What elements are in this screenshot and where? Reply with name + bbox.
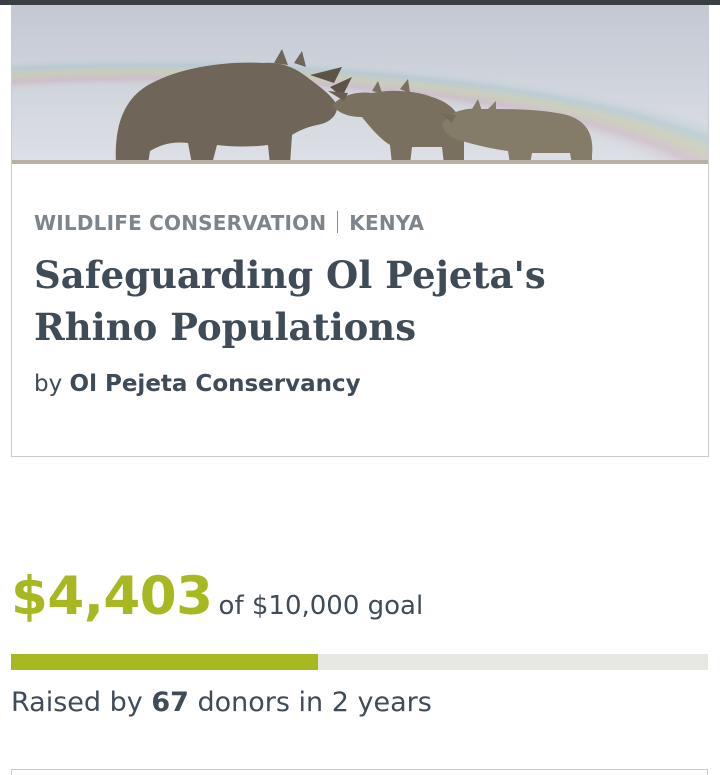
next-card-edge (11, 769, 708, 775)
funding-progress-fill (11, 654, 318, 670)
donor-count: 67 (151, 687, 189, 718)
project-card[interactable]: WILDLIFE CONSERVATION KENYA Safeguarding … (11, 5, 709, 457)
rhino-family-photo (12, 5, 708, 164)
organization-link[interactable]: Ol Pejeta Conservancy (70, 371, 361, 397)
byline: by Ol Pejeta Conservancy (34, 371, 361, 397)
donor-summary: Raised by 67 donors in 2 years (11, 687, 432, 718)
raised-amount: $4,403 (11, 566, 213, 627)
byline-prefix: by (34, 371, 63, 397)
location-label[interactable]: KENYA (349, 211, 424, 235)
funding-summary: $4,403 of $10,000 goal (11, 566, 423, 627)
project-meta: WILDLIFE CONSERVATION KENYA (34, 211, 424, 235)
funding-progress-bar (11, 654, 708, 670)
category-label[interactable]: WILDLIFE CONSERVATION (34, 211, 326, 235)
project-title[interactable]: Safeguarding Ol Pejeta's Rhino Populatio… (34, 249, 674, 353)
hero-image[interactable] (12, 5, 708, 164)
donors-prefix: Raised by (11, 687, 143, 718)
donors-suffix: donors in 2 years (197, 687, 432, 718)
goal-text: of $10,000 goal (218, 591, 424, 621)
meta-separator (337, 211, 339, 233)
